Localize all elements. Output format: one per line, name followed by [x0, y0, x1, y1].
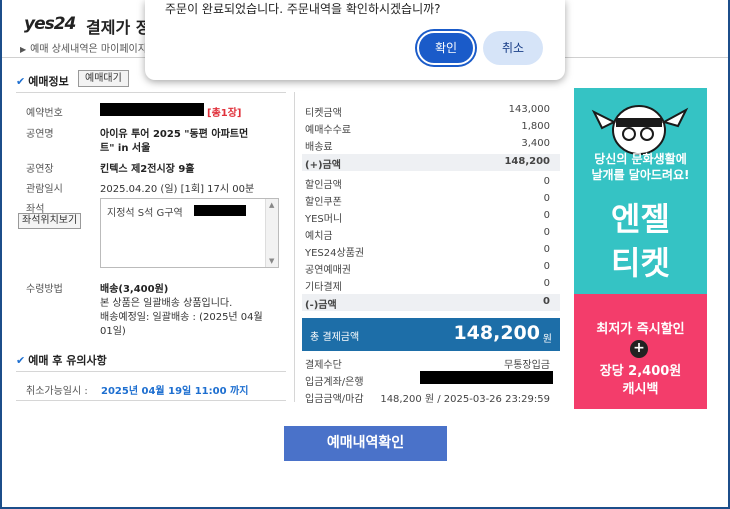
breadcrumb: ▶ 예매 상세내역은 마이페이지 — [20, 40, 147, 55]
scroll-up-icon[interactable]: ▲ — [269, 201, 274, 209]
datetime-label: 관람일시 — [26, 184, 63, 195]
banner-line-5: 캐시백 — [622, 382, 659, 397]
cautions-title-text: 예매 후 유의사항 — [28, 354, 107, 367]
payment-row-label: 기타결제 — [305, 282, 342, 293]
wait-list-button[interactable]: 예매대기 — [78, 70, 129, 87]
receipt-method: 배송(3,400원) — [100, 284, 169, 295]
receipt-note-1: 본 상품은 일괄배송 상품입니다. — [100, 298, 233, 309]
column-divider — [294, 92, 295, 402]
payment-row-value: 0 — [543, 193, 550, 204]
divider — [16, 92, 286, 93]
cancel-button[interactable]: 취소 — [483, 31, 543, 65]
plus-sum-label: (+)금액 — [305, 160, 341, 171]
cautions-title: ✔ 예매 후 유의사항 — [16, 352, 107, 368]
payment-row-label: 배송료 — [305, 142, 333, 153]
banner-line-2: 날개를 달아드려요! — [591, 168, 690, 182]
booking-no-label: 예약번호 — [26, 108, 63, 119]
view-booking-button[interactable]: 예매내역확인 — [284, 426, 447, 461]
ticket-info-title: ✔ 예매정보 — [16, 73, 69, 89]
receipt-label: 수령방법 — [26, 284, 63, 295]
page-title: 결제가 정 — [86, 18, 151, 37]
account-label: 입금계좌/은행 — [305, 377, 364, 388]
deposit-deadline-value: 148,200 원 / 2025-03-26 23:29:59 — [380, 394, 550, 405]
payment-row-value: 0 — [543, 278, 550, 289]
ok-button[interactable]: 확인 — [417, 31, 475, 65]
total-unit: 원 — [542, 334, 552, 345]
payment-row-value: 0 — [543, 227, 550, 238]
seat-textarea[interactable]: 지정석 S석 G구역 ▲ ▼ — [100, 198, 279, 268]
payment-row-label: 공연예매권 — [305, 265, 351, 276]
venue-label: 공연장 — [26, 164, 54, 175]
plus-icon: + — [630, 340, 648, 358]
yes24-logo[interactable]: yes24 — [24, 14, 76, 34]
receipt-note-2: 배송예정일: 일괄배송 : (2025년 04월 — [100, 312, 263, 323]
total-amount-bar: 총 결제금액 148,200 원 — [302, 318, 560, 351]
banner-line-4: 장당 2,400원 — [599, 364, 682, 379]
payment-row-label: 예매수수료 — [305, 125, 351, 136]
banner-big-2: 티켓 — [611, 244, 670, 282]
payment-row-label: YES24상품권 — [305, 248, 365, 259]
payment-row-value: 0 — [543, 210, 550, 221]
seat-text: 지정석 S석 G구역 — [107, 208, 183, 219]
dialog-message: 주문이 완료되었습니다. 주문내역을 확인하시겠습니까? — [165, 2, 441, 16]
masked-account — [420, 371, 553, 384]
plus-sum-value: 148,200 — [504, 156, 550, 167]
minus-sum-value: 0 — [543, 296, 550, 307]
receipt-note-3: 01일) — [100, 326, 126, 337]
payment-row-label: 예치금 — [305, 231, 333, 242]
check-icon: ✔ — [16, 75, 26, 88]
payment-row-value: 143,000 — [508, 104, 550, 115]
performance-name-line2: 트" in 서울 — [100, 143, 151, 154]
banner-line-1: 당신의 문화생활에 — [594, 152, 687, 166]
breadcrumb-text: 예매 상세내역은 마이페이지 — [30, 44, 147, 55]
seat-position-button[interactable]: 좌석위치보기 — [18, 213, 82, 229]
angel-ticket-banner[interactable]: 당신의 문화생활에 날개를 달아드려요! 엔젤 티켓 최저가 즉시할인 + 장당… — [574, 88, 707, 409]
check-icon: ✔ — [16, 354, 26, 367]
total-label: 총 결제금액 — [310, 332, 360, 343]
ticket-count: [총1장] — [207, 108, 242, 119]
divider — [16, 400, 286, 401]
payment-row-label: 티켓금액 — [305, 108, 342, 119]
payment-row-label: YES머니 — [305, 214, 343, 225]
confirm-dialog: 주문이 완료되었습니다. 주문내역을 확인하시겠습니까? 확인 취소 — [145, 0, 565, 80]
total-value: 148,200 — [453, 322, 540, 344]
venue-value: 킨텍스 제2전시장 9홀 — [100, 164, 195, 175]
triangle-right-icon: ▶ — [20, 45, 27, 54]
minus-sum-label: (-)금액 — [305, 300, 337, 311]
datetime-value: 2025.04.20 (일) [1회] 17시 00분 — [100, 184, 255, 195]
scrollbar[interactable]: ▲ ▼ — [265, 199, 278, 267]
payment-row-value: 0 — [543, 244, 550, 255]
deposit-deadline-label: 입금금액/마감 — [305, 394, 364, 405]
banner-line-3: 최저가 즉시할인 — [596, 322, 685, 337]
payment-method-value: 무통장입금 — [504, 360, 550, 371]
performance-label: 공연명 — [26, 129, 54, 140]
payment-row-value: 0 — [543, 176, 550, 187]
cancel-deadline-label: 취소가능일시 : — [26, 386, 88, 397]
payment-row-value: 0 — [543, 261, 550, 272]
payment-row-value: 3,400 — [521, 138, 550, 149]
cancel-deadline-value: 2025년 04월 19일 11:00 까지 — [101, 386, 249, 397]
ticket-info-title-text: 예매정보 — [28, 75, 69, 88]
masked-booking-no — [100, 103, 204, 116]
scroll-down-icon[interactable]: ▼ — [269, 257, 274, 265]
payment-method-label: 결제수단 — [305, 360, 342, 371]
divider — [16, 371, 286, 372]
performance-name-line1: 아이유 투어 2025 "동편 아파트먼 — [100, 129, 249, 140]
payment-row-label: 할인금액 — [305, 180, 342, 191]
payment-row-value: 1,800 — [521, 121, 550, 132]
payment-row-label: 할인쿠폰 — [305, 197, 342, 208]
logo-text: yes24 — [24, 14, 76, 34]
masked-seat-no — [194, 205, 246, 216]
banner-big-1: 엔젤 — [611, 200, 670, 238]
minus-sum-row — [302, 294, 560, 311]
